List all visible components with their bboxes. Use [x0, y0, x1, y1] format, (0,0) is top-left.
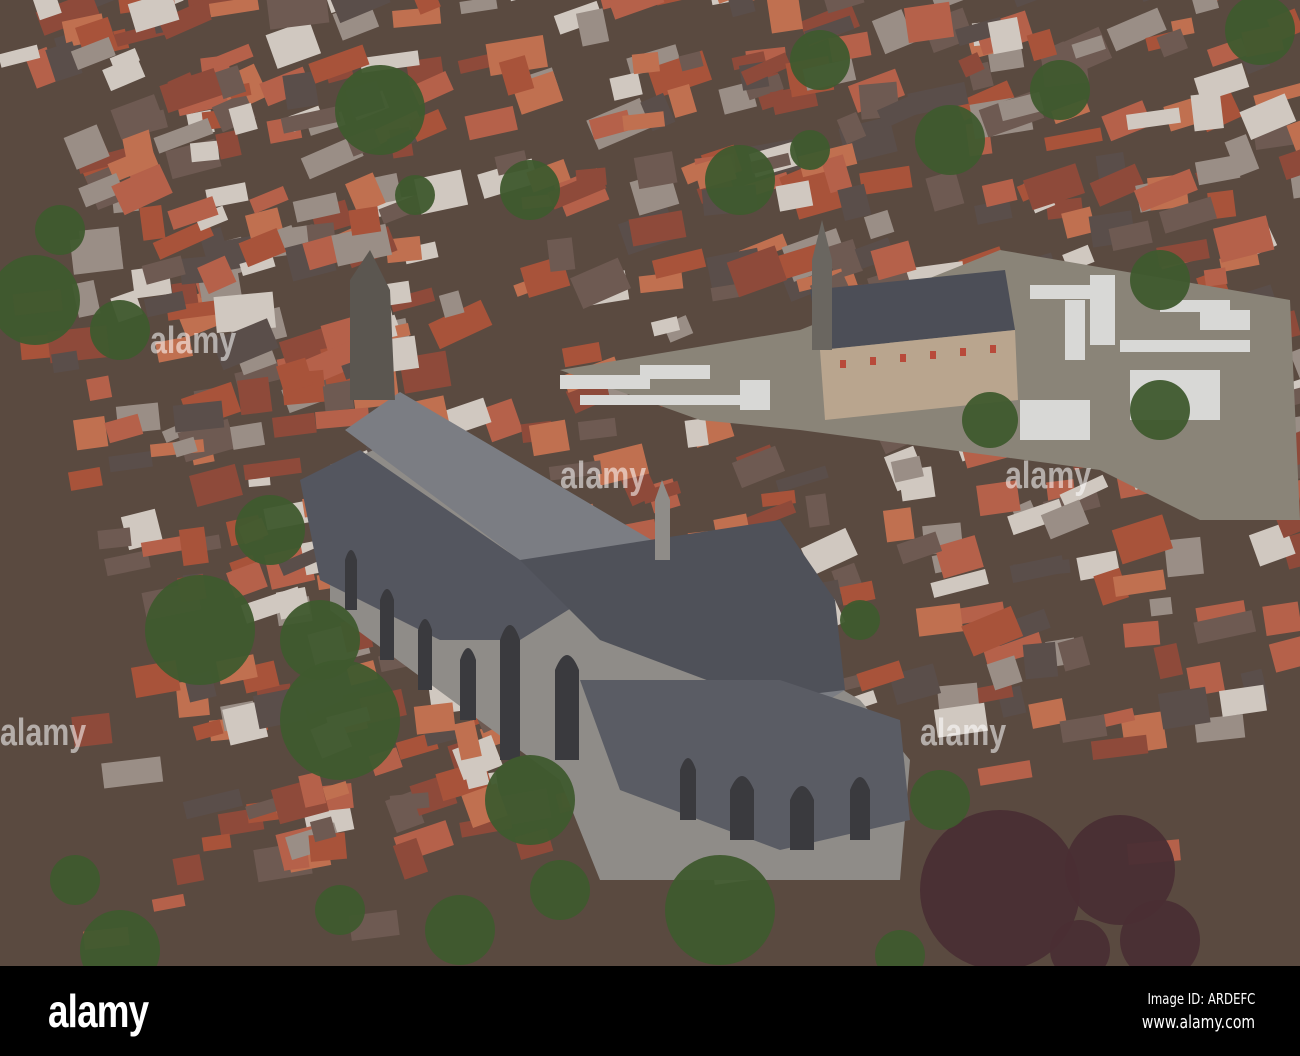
- alamy-logo[interactable]: alamy: [48, 984, 149, 1038]
- watermark: alamy: [0, 712, 87, 754]
- stock-photo-page: alamy alamy alamy alamy alamy alamy Imag…: [0, 0, 1300, 1056]
- footer-bar: alamy Image ID: ARDEFC www.alamy.com: [0, 966, 1300, 1056]
- watermark: alamy: [1005, 455, 1092, 497]
- site-link[interactable]: www.alamy.com: [1142, 1012, 1255, 1033]
- watermark: alamy: [560, 455, 647, 497]
- image-id: Image ID: ARDEFC: [1147, 990, 1255, 1008]
- aerial-photo: [0, 0, 1300, 966]
- watermark: alamy: [920, 712, 1007, 754]
- watermark: alamy: [150, 320, 237, 362]
